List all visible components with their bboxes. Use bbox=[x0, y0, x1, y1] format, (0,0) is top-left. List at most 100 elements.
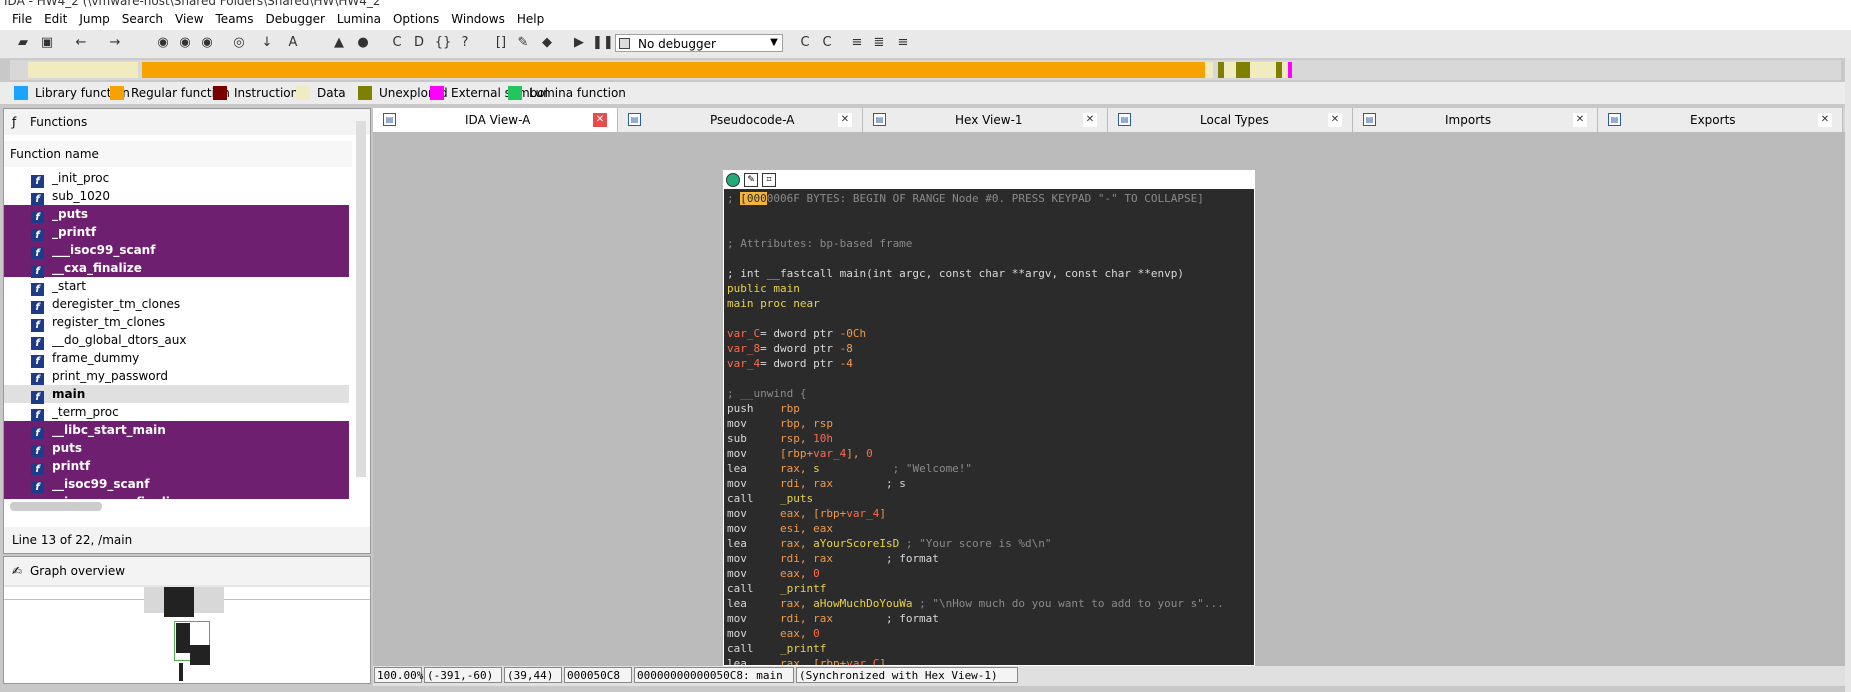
close-icon[interactable]: ✕ bbox=[1573, 113, 1587, 127]
code-line[interactable]: mov rdi, rax ; format bbox=[727, 611, 1252, 626]
code-line[interactable]: ; [0000006F BYTES: BEGIN OF RANGE Node #… bbox=[727, 191, 1252, 206]
code-line[interactable]: mov esi, eax bbox=[727, 521, 1252, 536]
disassembly-listing[interactable]: ; [0000006F BYTES: BEGIN OF RANGE Node #… bbox=[727, 191, 1252, 665]
close-icon[interactable]: ✕ bbox=[593, 113, 607, 127]
code-line[interactable]: public main bbox=[727, 281, 1252, 296]
menu-jump[interactable]: Jump bbox=[73, 8, 115, 30]
edit-icon[interactable]: ✎ bbox=[744, 173, 758, 187]
function-row[interactable]: f puts bbox=[4, 439, 349, 458]
function-row[interactable]: f __isoc99_scanf bbox=[4, 475, 349, 494]
menu-help[interactable]: Help bbox=[511, 8, 550, 30]
code-line[interactable]: call _printf bbox=[727, 581, 1252, 596]
lumina-icon[interactable]: ● bbox=[354, 34, 372, 52]
close-icon[interactable]: ✕ bbox=[1083, 113, 1097, 127]
outline-icon[interactable]: ≣ bbox=[870, 34, 888, 52]
function-row[interactable]: f _printf bbox=[4, 223, 349, 242]
close-icon[interactable]: ✕ bbox=[1328, 113, 1342, 127]
menu-edit[interactable]: Edit bbox=[38, 8, 73, 30]
tab-pseudocode-a[interactable]: ▤ Pseudocode-A ✕ bbox=[618, 108, 863, 132]
function-row[interactable]: f deregister_tm_clones bbox=[4, 295, 349, 314]
code-line[interactable]: var_C= dword ptr -0Ch bbox=[727, 326, 1252, 341]
right-scrollbar[interactable] bbox=[1845, 58, 1851, 692]
jump-icon[interactable]: ↓ bbox=[258, 34, 276, 52]
function-row[interactable]: f frame_dummy bbox=[4, 349, 349, 368]
code-line[interactable]: push rbp bbox=[727, 401, 1252, 416]
forward-arrow-icon[interactable]: → bbox=[106, 34, 124, 52]
code-line[interactable] bbox=[727, 206, 1252, 221]
function-row[interactable]: f _puts bbox=[4, 205, 349, 224]
menu-windows[interactable]: Windows bbox=[445, 8, 511, 30]
tab-imports[interactable]: ▤ Imports ✕ bbox=[1353, 108, 1598, 132]
data-icon[interactable]: D bbox=[410, 34, 428, 52]
back-arrow-icon[interactable]: ← bbox=[72, 34, 90, 52]
code-line[interactable]: ; __unwind { bbox=[727, 386, 1252, 401]
code-line[interactable]: mov rdi, rax ; format bbox=[727, 551, 1252, 566]
breakpoint-icon[interactable]: ◆ bbox=[538, 34, 556, 52]
function-row[interactable]: f__imp___cxa_finalize bbox=[4, 493, 349, 499]
code-icon[interactable]: C bbox=[388, 34, 406, 52]
code-line[interactable]: main proc near bbox=[727, 296, 1252, 311]
code-line[interactable]: lea rax, aYourScoreIsD ; "Your score is … bbox=[727, 536, 1252, 551]
pause-icon[interactable]: ❚❚ bbox=[592, 34, 614, 52]
menu-search[interactable]: Search bbox=[116, 8, 169, 30]
graph-view-icon[interactable]: ▲ bbox=[330, 34, 348, 52]
menu-options[interactable]: Options bbox=[387, 8, 445, 30]
function-row[interactable]: f sub_1020 bbox=[4, 187, 349, 206]
open-folder-icon[interactable]: ▰ bbox=[14, 34, 32, 52]
paste-icon[interactable]: C bbox=[818, 34, 836, 52]
list-icon[interactable]: ≡ bbox=[848, 34, 866, 52]
text-mode-icon[interactable]: A bbox=[284, 34, 302, 52]
function-row[interactable]: f main bbox=[4, 385, 349, 404]
disassembly-node[interactable]: ✎ ⌗ ; [0000006F BYTES: BEGIN OF RANGE No… bbox=[723, 170, 1255, 666]
immediate-search-icon[interactable]: ◎ bbox=[230, 34, 248, 52]
tree-icon[interactable]: ≡ bbox=[894, 34, 912, 52]
menu-lumina[interactable]: Lumina bbox=[331, 8, 387, 30]
code-line[interactable]: lea rax, [rbp+var_C] bbox=[727, 656, 1252, 665]
text-search-icon[interactable]: ◉ bbox=[176, 34, 194, 52]
function-row[interactable]: f _term_proc bbox=[4, 403, 349, 422]
functions-horizontal-scrollbar[interactable] bbox=[10, 502, 102, 511]
code-line[interactable]: sub rsp, 10h bbox=[727, 431, 1252, 446]
tab-exports[interactable]: ▤ Exports ✕ bbox=[1598, 108, 1843, 132]
debugger-select[interactable]: No debugger ▼ bbox=[615, 34, 783, 52]
graph-icon[interactable]: ⌗ bbox=[762, 173, 776, 187]
code-line[interactable]: mov rdi, rax ; s bbox=[727, 476, 1252, 491]
close-icon[interactable]: ✕ bbox=[838, 113, 852, 127]
code-line[interactable]: lea rax, aHowMuchDoYouWa ; "\nHow much d… bbox=[727, 596, 1252, 611]
graph-overview-canvas[interactable] bbox=[4, 587, 370, 683]
menu-debugger[interactable]: Debugger bbox=[259, 8, 330, 30]
function-row[interactable]: f __libc_start_main bbox=[4, 421, 349, 440]
code-line[interactable]: lea rax, s ; "Welcome!" bbox=[727, 461, 1252, 476]
code-line[interactable]: mov eax, 0 bbox=[727, 626, 1252, 641]
function-row[interactable]: f printf bbox=[4, 457, 349, 476]
code-line[interactable] bbox=[727, 311, 1252, 326]
function-row[interactable]: f _init_proc bbox=[4, 169, 349, 188]
array-icon[interactable]: [] bbox=[492, 34, 510, 52]
navigation-band[interactable] bbox=[10, 60, 1841, 80]
code-line[interactable] bbox=[727, 371, 1252, 386]
color-icon[interactable] bbox=[726, 173, 740, 187]
code-line[interactable]: mov [rbp+var_4], 0 bbox=[727, 446, 1252, 461]
menu-file[interactable]: File bbox=[6, 8, 38, 30]
code-line[interactable]: mov eax, [rbp+var_4] bbox=[727, 506, 1252, 521]
menu-view[interactable]: View bbox=[169, 8, 209, 30]
function-row[interactable]: f __do_global_dtors_aux bbox=[4, 331, 349, 350]
tab-local-types[interactable]: ▤ Local Types ✕ bbox=[1108, 108, 1353, 132]
search-next-icon[interactable]: ◉ bbox=[198, 34, 216, 52]
function-row[interactable]: f _start bbox=[4, 277, 349, 296]
code-line[interactable] bbox=[727, 221, 1252, 236]
tab-hex-view-1[interactable]: ▤ Hex View-1 ✕ bbox=[863, 108, 1108, 132]
copy-icon[interactable]: C bbox=[796, 34, 814, 52]
function-row[interactable]: f register_tm_clones bbox=[4, 313, 349, 332]
tab-ida-view-a[interactable]: ▤ IDA View-A ✕ bbox=[373, 108, 618, 132]
close-icon[interactable]: ✕ bbox=[1818, 113, 1832, 127]
code-line[interactable]: mov rbp, rsp bbox=[727, 416, 1252, 431]
code-line[interactable]: call _puts bbox=[727, 491, 1252, 506]
function-row[interactable]: f __cxa_finalize bbox=[4, 259, 349, 278]
code-line[interactable]: var_8= dword ptr -8 bbox=[727, 341, 1252, 356]
function-name-column-header[interactable]: Function name bbox=[4, 141, 352, 167]
binary-search-icon[interactable]: ◉ bbox=[154, 34, 172, 52]
code-line[interactable]: call _printf bbox=[727, 641, 1252, 656]
functions-scrollbar[interactable] bbox=[356, 121, 366, 477]
undefine-icon[interactable]: ? bbox=[456, 34, 474, 52]
